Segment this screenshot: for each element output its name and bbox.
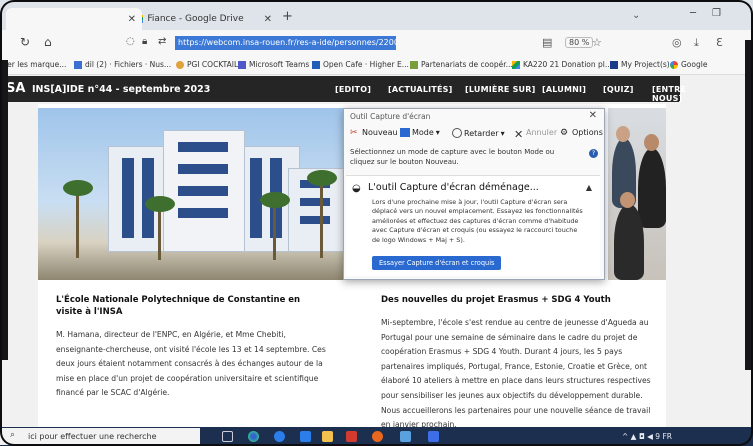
partnership-icon bbox=[410, 60, 418, 69]
article-body: M. Hamana, directeur de l'ENPC, en Algér… bbox=[56, 330, 326, 398]
folder-icon bbox=[74, 60, 82, 69]
options-button[interactable]: ⚙ Options bbox=[560, 128, 603, 138]
bookmark-item[interactable]: PGI COCKTAIL bbox=[176, 60, 238, 69]
article-enpc: L'École Nationale Polytechnique de Const… bbox=[56, 294, 326, 401]
edge-icon[interactable] bbox=[248, 431, 259, 442]
nav-lumiere-sur[interactable]: [LUMIÈRE SUR] bbox=[465, 85, 535, 94]
erasmus-group-photo bbox=[608, 108, 666, 280]
nav-actualites[interactable]: [ACTUALITÉS] bbox=[388, 85, 452, 94]
nav-entre-nous[interactable]: [ENTRE NOUS] bbox=[652, 85, 686, 103]
home-icon[interactable]: ⌂ bbox=[44, 35, 52, 49]
scissors-icon: ✂ bbox=[350, 128, 358, 138]
close-icon[interactable]: ✕ bbox=[589, 110, 597, 121]
bookmark-item[interactable]: Partenariats de coopér... bbox=[410, 60, 513, 69]
notice-body: Lors d'une prochaine mise à jour, l'outi… bbox=[372, 198, 583, 244]
notice-title: L'outil Capture d'écran déménage... bbox=[368, 182, 539, 193]
article-erasmus: Des nouvelles du projet Erasmus + SDG 4 … bbox=[381, 294, 661, 433]
nav-edito[interactable]: [EDITO] bbox=[335, 85, 371, 94]
bookmark-item[interactable]: Open Cafe · Higher E... bbox=[312, 60, 409, 69]
bookmark-item[interactable]: Google bbox=[670, 60, 707, 69]
chevron-down-icon: ▾ bbox=[435, 128, 440, 137]
snipping-tool-window: Outil Capture d'écran ✕ ✂ Nouveau Mode ▾ R… bbox=[343, 108, 605, 280]
bookmark-item[interactable]: My Project(s) bbox=[610, 60, 670, 69]
screen: ✕ Fiance - Google Drive ✕ + ⌄ ─ ❐ ↻ ⌂ ◌ … bbox=[0, 0, 753, 446]
relocation-notice: ◒ L'outil Capture d'écran déménage... ▲ … bbox=[346, 175, 600, 276]
task-view-icon[interactable] bbox=[222, 431, 233, 442]
laptop-bezel-left bbox=[0, 60, 8, 360]
openedu-icon bbox=[312, 60, 320, 69]
window-title: Outil Capture d'écran bbox=[350, 112, 431, 121]
enpc-building-photo bbox=[38, 108, 343, 280]
bookmark-star-icon[interactable]: ☆ bbox=[592, 36, 602, 49]
outlook-icon[interactable] bbox=[300, 431, 311, 442]
address-bar: ↻ ⌂ ◌ 🔒︎ ⇄ https://webcom.insa-rouen.fr/… bbox=[0, 30, 753, 56]
search-icon: ⌕ bbox=[10, 430, 16, 440]
site-header: SA INS[A]IDE n°44 - septembre 2023 [EDIT… bbox=[0, 76, 686, 103]
teams-icon[interactable] bbox=[428, 431, 439, 442]
site-title: INS[A]IDE n°44 - septembre 2023 bbox=[32, 84, 211, 95]
download-icon[interactable]: ⤓ bbox=[694, 36, 699, 50]
bookmarks-bar: rier les marque... dil (2) · Fichiers · … bbox=[0, 56, 753, 75]
bookmark-item[interactable]: dil (2) · Fichiers · Nus... bbox=[74, 60, 171, 69]
pocket-icon[interactable]: ◎ bbox=[672, 36, 682, 49]
new-tab-button[interactable]: + bbox=[282, 9, 293, 24]
chevron-down-icon: ▾ bbox=[500, 128, 505, 138]
new-snip-button[interactable]: ✂ Nouveau bbox=[350, 128, 398, 138]
taskbar-search-input[interactable]: ici pour effectuer une recherche bbox=[0, 428, 200, 445]
file-explorer-icon[interactable] bbox=[322, 431, 333, 442]
cancel-x-icon: ✕ bbox=[514, 128, 524, 141]
article-body: Mi-septembre, l'école s'est rendue au ce… bbox=[381, 318, 651, 430]
browser-tab-bar: ✕ Fiance - Google Drive ✕ + ⌄ ─ ❐ bbox=[0, 0, 753, 30]
laptop-bezel-right bbox=[745, 40, 753, 370]
project-icon bbox=[610, 60, 618, 69]
windows-taskbar: ici pour effectuer une recherche ⌕ ^ ▲ ◘… bbox=[0, 427, 753, 446]
zoom-level[interactable]: 80 % bbox=[565, 37, 594, 48]
google-icon bbox=[670, 60, 678, 69]
nav-alumni[interactable]: [ALUMNI] bbox=[542, 85, 586, 94]
insa-logo[interactable]: SA bbox=[6, 81, 25, 96]
cancel-button[interactable]: ✕ Annuler bbox=[514, 128, 557, 141]
help-text: Sélectionnez un mode de capture avec le … bbox=[350, 148, 555, 166]
teams-icon bbox=[238, 60, 246, 69]
article-title[interactable]: L'École Nationale Polytechnique de Const… bbox=[56, 294, 326, 318]
clock-icon bbox=[452, 128, 462, 138]
url-input[interactable]: https://webcom.insa-rouen.fr/res-a-ide/p… bbox=[175, 36, 396, 50]
close-tab-icon[interactable]: ✕ bbox=[264, 14, 272, 25]
nav-quiz[interactable]: [QUIZ] bbox=[603, 85, 634, 94]
chevron-up-icon[interactable]: ▲ bbox=[586, 183, 592, 192]
drive-icon bbox=[512, 60, 520, 69]
permissions-icon[interactable]: ⇄ bbox=[158, 36, 166, 47]
minimize-icon[interactable]: ─ bbox=[690, 8, 696, 19]
bookmark-item[interactable]: Microsoft Teams bbox=[238, 60, 309, 69]
firefox-icon[interactable] bbox=[372, 431, 383, 442]
chrome-icon[interactable] bbox=[274, 431, 285, 442]
reader-view-icon[interactable]: ▤ bbox=[542, 36, 552, 49]
close-tab-icon[interactable]: ✕ bbox=[128, 14, 136, 25]
gear-icon: ⚙ bbox=[560, 128, 569, 138]
tab-label: Fiance - Google Drive bbox=[147, 14, 244, 24]
system-tray[interactable]: ^ ▲ ◘ ◀ 9 FR bbox=[622, 432, 672, 441]
snip-sketch-icon: ◒ bbox=[352, 183, 361, 194]
reload-icon[interactable]: ↻ bbox=[20, 35, 30, 49]
snipping-toolbar: ✂ Nouveau Mode ▾ Retarder ▾ ✕ Annuler ⚙ Optio… bbox=[348, 126, 603, 142]
cocktail-icon bbox=[176, 60, 184, 69]
shield-icon[interactable]: ◌ bbox=[126, 36, 135, 47]
snipping-tool-icon[interactable] bbox=[400, 431, 411, 442]
help-icon[interactable]: ? bbox=[589, 149, 598, 158]
mode-button[interactable]: Mode ▾ bbox=[400, 128, 440, 137]
article-title[interactable]: Des nouvelles du projet Erasmus + SDG 4 … bbox=[381, 294, 661, 306]
tab-active[interactable]: ✕ bbox=[6, 8, 142, 30]
bookmark-item[interactable]: KA220 21 Donation pl... bbox=[512, 60, 612, 69]
tab-google-drive[interactable]: Fiance - Google Drive ✕ bbox=[142, 8, 272, 30]
lock-icon[interactable]: 🔒︎ bbox=[142, 36, 147, 47]
maximize-icon[interactable]: ❐ bbox=[712, 8, 721, 19]
extensions-icon[interactable]: Ɛ bbox=[716, 36, 723, 49]
chevron-down-icon[interactable]: ⌄ bbox=[632, 10, 640, 21]
bookmark-item[interactable]: rier les marque... bbox=[2, 60, 66, 69]
mode-icon bbox=[400, 128, 410, 137]
try-snip-sketch-button[interactable]: Essayer Capture d'écran et croquis bbox=[372, 256, 502, 270]
acrobat-icon[interactable] bbox=[346, 431, 357, 442]
drive-icon bbox=[142, 15, 144, 23]
delay-button[interactable]: Retarder ▾ bbox=[452, 128, 505, 138]
